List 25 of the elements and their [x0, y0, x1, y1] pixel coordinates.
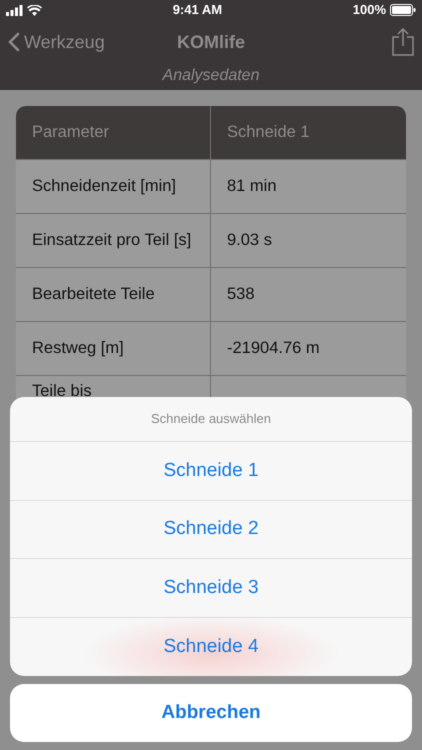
table-cell-text: 9.03 s — [226, 230, 273, 252]
table-cell-text: 81 min — [226, 176, 278, 198]
nav-subtitle: Analysedaten — [162, 66, 260, 86]
table-cell: Restweg [m] — [16, 322, 211, 375]
chevron-left-icon — [8, 32, 20, 52]
column-header: Parameter — [16, 106, 211, 159]
battery-level: 100% — [352, 1, 386, 20]
sheet-option[interactable]: Schneide 3 — [10, 559, 412, 618]
cancel-button[interactable]: Abbrechen — [10, 684, 412, 742]
column-header: Schneide 1 — [226, 122, 311, 144]
sheet-option[interactable]: Schneide 2 — [10, 500, 412, 559]
share-icon[interactable] — [392, 28, 414, 56]
table-cell-text: 538 — [226, 284, 256, 306]
signal-icon — [6, 4, 23, 16]
status-time: 9:41 AM — [172, 1, 222, 20]
table-cell-text: -21904.76 m — [226, 338, 321, 360]
nav-title: KOMlife — [176, 30, 245, 54]
battery-icon — [390, 4, 416, 16]
wifi-icon — [27, 4, 42, 16]
sheet-option[interactable]: Schneide 1 — [10, 442, 412, 500]
back-button[interactable]: Werkzeug — [8, 28, 105, 56]
sheet-option[interactable]: Schneide 4 — [10, 618, 412, 676]
table-cell: Einsatzzeit pro Teil [s] — [16, 214, 211, 267]
table-cell: Schneidenzeit [min] — [16, 160, 211, 213]
table-cell: Bearbeitete Teile — [16, 268, 211, 321]
